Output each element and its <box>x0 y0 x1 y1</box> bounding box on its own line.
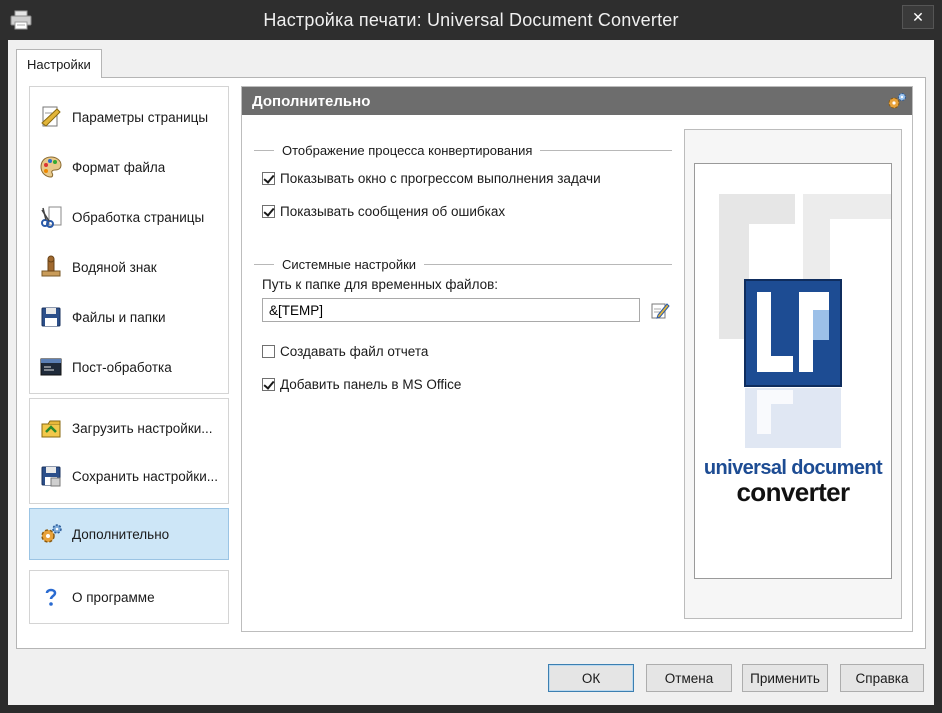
apply-button[interactable]: Применить <box>742 664 828 692</box>
create-report-checkbox[interactable]: Создавать файл отчета <box>262 344 428 359</box>
close-icon: ✕ <box>912 8 924 25</box>
gears-icon <box>888 93 906 109</box>
sidebar-item-label: Загрузить настройки... <box>72 420 213 436</box>
help-button[interactable]: Справка <box>840 664 924 692</box>
sidebar-item-label: О программе <box>72 589 155 605</box>
sidebar-item-label: Сохранить настройки... <box>72 468 218 484</box>
sidebar-item-label: Параметры страницы <box>72 109 209 125</box>
sidebar-item-label: Пост-обработка <box>72 359 172 375</box>
floppy-disk-icon <box>38 304 64 330</box>
sidebar-item-watermark[interactable]: Водяной знак <box>30 244 228 290</box>
panel-header: Дополнительно <box>242 87 912 115</box>
sidebar-item-page-processing[interactable]: Обработка страницы <box>30 194 228 240</box>
sidebar-item-advanced[interactable]: Дополнительно <box>29 508 229 560</box>
section-system-settings: Системные настройки <box>254 255 672 273</box>
panel-title: Дополнительно <box>252 92 371 110</box>
save-settings-icon <box>38 463 64 489</box>
close-button[interactable]: ✕ <box>902 5 934 29</box>
logo-frame: universal document converter <box>684 129 902 619</box>
scissors-icon <box>38 204 64 230</box>
title-bar: Настройка печати: Universal Document Con… <box>0 0 942 40</box>
stamp-icon <box>38 254 64 280</box>
section-progress-display: Отображение процесса конвертирования <box>254 141 672 159</box>
show-errors-checkbox[interactable]: Показывать сообщения об ошибках <box>262 204 505 219</box>
advanced-settings-panel: Дополнительно Отображение процесса конве… <box>241 86 913 632</box>
sidebar-item-label: Дополнительно <box>72 526 170 542</box>
checkbox-label: Добавить панель в MS Office <box>280 377 462 392</box>
checkbox-box[interactable] <box>262 205 275 218</box>
temp-folder-input[interactable] <box>262 298 640 322</box>
product-logo: universal document converter <box>694 163 892 579</box>
sidebar-item-label: Обработка страницы <box>72 209 205 225</box>
sidebar-item-file-format[interactable]: Формат файла <box>30 144 228 190</box>
load-settings-button[interactable]: Загрузить настройки... <box>30 405 228 451</box>
temp-folder-label: Путь к папке для временных файлов: <box>262 277 499 292</box>
sidebar-advanced-group: Дополнительно <box>29 508 229 560</box>
edit-path-icon[interactable] <box>650 300 670 320</box>
checkbox-label: Создавать файл отчета <box>280 344 429 359</box>
tab-settings[interactable]: Настройки <box>16 49 102 78</box>
window-title: Настройка печати: Universal Document Con… <box>263 10 679 30</box>
sidebar-item-about[interactable]: О программе <box>30 574 228 620</box>
page-settings-icon <box>38 104 64 130</box>
tab-strip: Настройки <box>8 40 934 78</box>
sidebar-item-label: Файлы и папки <box>72 309 166 325</box>
sidebar-item-post-processing[interactable]: Пост-обработка <box>30 344 228 390</box>
checkbox-box[interactable] <box>262 378 275 391</box>
section-title: Отображение процесса конвертирования <box>282 142 533 158</box>
sidebar-item-label: Водяной знак <box>72 259 157 275</box>
palette-icon <box>38 154 64 180</box>
gears-icon <box>38 521 64 547</box>
checkbox-label: Показывать окно с прогрессом выполнения … <box>280 171 601 186</box>
logo-text-converter: converter <box>736 477 850 507</box>
dialog-body: Настройки Параметры страницы Формат файл… <box>8 40 934 705</box>
sidebar-action-group: Загрузить настройки... Сохранить настрой… <box>29 398 229 504</box>
show-progress-checkbox[interactable]: Показывать окно с прогрессом выполнения … <box>262 171 601 186</box>
tab-panel: Параметры страницы Формат файла Обработк… <box>16 77 926 649</box>
sidebar-nav-group: Параметры страницы Формат файла Обработк… <box>29 86 229 394</box>
ok-button[interactable]: ОК <box>548 664 634 692</box>
checkbox-label: Показывать сообщения об ошибках <box>280 204 506 219</box>
sidebar-item-page-settings[interactable]: Параметры страницы <box>30 94 228 140</box>
section-title: Системные настройки <box>282 256 417 272</box>
ms-office-panel-checkbox[interactable]: Добавить панель в MS Office <box>262 377 461 392</box>
sidebar-item-label: Формат файла <box>72 159 166 175</box>
sidebar-about-group: О программе <box>29 570 229 624</box>
checkbox-box[interactable] <box>262 172 275 185</box>
tab-label: Настройки <box>27 56 91 72</box>
checkbox-box[interactable] <box>262 345 275 358</box>
console-icon <box>38 354 64 380</box>
question-icon <box>38 584 64 610</box>
load-settings-icon <box>38 415 64 441</box>
save-settings-button[interactable]: Сохранить настройки... <box>30 453 228 499</box>
udc-emblem-icon <box>719 194 891 448</box>
sidebar-item-files-folders[interactable]: Файлы и папки <box>30 294 228 340</box>
cancel-button[interactable]: Отмена <box>646 664 732 692</box>
